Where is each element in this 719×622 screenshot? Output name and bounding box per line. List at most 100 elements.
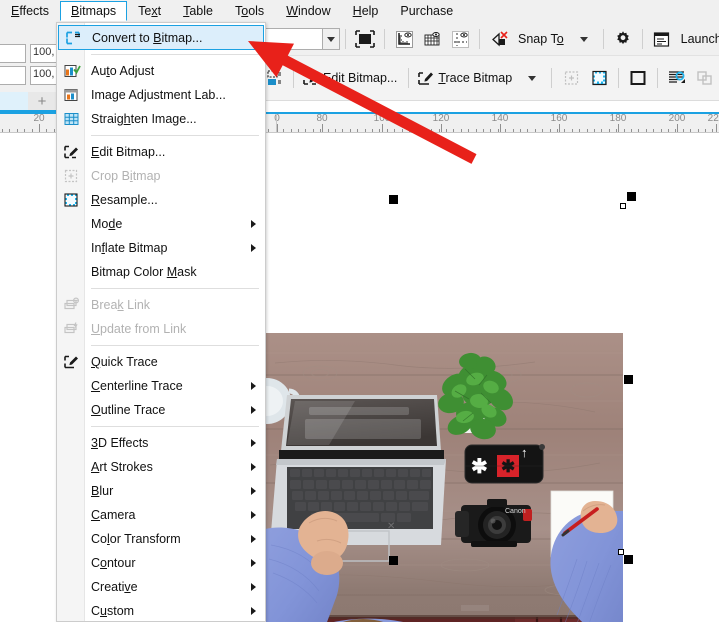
- trace-bitmap-icon: [418, 72, 434, 85]
- selection-handle-s[interactable]: [389, 556, 398, 565]
- page-tab-strip: +: [0, 92, 56, 112]
- options-button[interactable]: [610, 26, 636, 52]
- menu-item-label: Mode: [91, 217, 123, 231]
- show-guidelines-button[interactable]: [447, 26, 473, 52]
- bitmaps-dropdown-menu: Convert to Bitmap... Auto Adjust Image Adj…: [56, 22, 266, 622]
- add-page-button[interactable]: +: [28, 92, 56, 110]
- ruler-minor-tick: [357, 129, 359, 132]
- ruler-minor-tick: [564, 129, 566, 132]
- resample-button[interactable]: [586, 65, 612, 91]
- menu-item-mode[interactable]: Mode: [57, 212, 265, 236]
- edit-bitmap-label: Edit Bitmap...: [323, 71, 398, 85]
- menu-item-resample[interactable]: Resample...: [57, 188, 265, 212]
- submenu-arrow-icon: [251, 463, 256, 471]
- edit-bitmap-icon: [303, 71, 318, 85]
- ruler-minor-tick: [438, 129, 440, 132]
- ruler-minor-tick: [327, 129, 329, 132]
- ruler-minor-tick: [549, 129, 551, 132]
- launch-label-button[interactable]: Launch: [677, 26, 719, 52]
- menu-item-inflate-bitmap[interactable]: Inflate Bitmap: [57, 236, 265, 260]
- menu-bar: Effects Bitmaps Text Table Tools Window …: [0, 0, 719, 22]
- page-tab-1[interactable]: [0, 92, 28, 110]
- ruler-minor-tick: [623, 129, 625, 132]
- menu-item-art-strokes[interactable]: Art Strokes: [57, 455, 265, 479]
- selection-handle-se[interactable]: [624, 555, 633, 564]
- bitmap-photo[interactable]: ✕ ✱ ✱ ↑ Canon: [265, 333, 623, 622]
- menu-purchase[interactable]: Purchase: [389, 1, 464, 21]
- menu-separator: [91, 426, 259, 427]
- zoom-level-combo[interactable]: [262, 28, 340, 50]
- svg-text:Canon: Canon: [505, 508, 526, 515]
- menu-purchase-label: Purchase: [400, 4, 454, 18]
- show-grid-icon: [424, 31, 440, 45]
- launch-button[interactable]: [649, 26, 675, 52]
- menu-tools[interactable]: Tools: [224, 1, 275, 21]
- menu-item-quick-trace[interactable]: Quick Trace: [57, 350, 265, 374]
- menu-item-custom[interactable]: Custom: [57, 599, 265, 621]
- menu-item-convert-to-bitmap[interactable]: Convert to Bitmap...: [58, 25, 264, 50]
- show-grid-button[interactable]: [419, 26, 445, 52]
- menu-item-camera[interactable]: Camera: [57, 503, 265, 527]
- menu-text[interactable]: Text: [127, 1, 172, 21]
- object-height-field[interactable]: n: [0, 66, 26, 85]
- edit-bitmap-button[interactable]: Edit Bitmap...: [300, 65, 402, 91]
- menu-item-outline-trace[interactable]: Outline Trace: [57, 398, 265, 422]
- show-rulers-button[interactable]: [391, 26, 417, 52]
- crop-bitmap-button[interactable]: [558, 65, 584, 91]
- toolbar-separator: [408, 68, 410, 88]
- ruler-minor-tick: [283, 129, 285, 132]
- ruler-minor-tick: [557, 129, 558, 132]
- ruler-minor-tick: [31, 129, 33, 132]
- wrap-paragraph-text-icon: [630, 71, 646, 85]
- selection-handle-n[interactable]: [389, 195, 398, 204]
- menu-effects[interactable]: Effects: [0, 1, 60, 21]
- menu-item-contour[interactable]: Contour: [57, 551, 265, 575]
- chevron-down-icon: [579, 36, 588, 42]
- rotation-center-marker[interactable]: [620, 203, 626, 209]
- weld-shapes-button[interactable]: [692, 65, 718, 91]
- ruler-minor-tick: [660, 129, 662, 132]
- selection-handle-se-inner[interactable]: [618, 549, 624, 555]
- menu-item-color-transform[interactable]: Color Transform: [57, 527, 265, 551]
- trace-bitmap-dropdown[interactable]: [519, 65, 545, 91]
- ruler-minor-tick: [460, 129, 462, 132]
- menu-item-3d-effects[interactable]: 3D Effects: [57, 431, 265, 455]
- ruler-minor-tick: [579, 129, 581, 132]
- menu-item-auto-adjust[interactable]: Auto Adjust: [57, 59, 265, 83]
- menu-item-label: Quick Trace: [91, 355, 158, 369]
- text-wrap-button[interactable]: [664, 65, 690, 91]
- ruler-minor-tick: [586, 129, 588, 132]
- wrap-paragraph-text-button[interactable]: [625, 65, 651, 91]
- menu-table[interactable]: Table: [172, 1, 224, 21]
- menu-item-blur[interactable]: Blur: [57, 479, 265, 503]
- ruler-minor-tick: [268, 129, 270, 132]
- ruler-minor-tick: [682, 129, 684, 132]
- text-wrap-icon: [669, 71, 686, 83]
- menu-item-image-adjustment-lab[interactable]: Image Adjustment Lab...: [57, 83, 265, 107]
- snap-to-button[interactable]: Snap To: [514, 26, 569, 52]
- convert-to-bitmap-icon: [63, 28, 84, 47]
- submenu-arrow-icon: [251, 220, 256, 228]
- menu-window[interactable]: Window: [275, 1, 341, 21]
- menu-item-label: Inflate Bitmap: [91, 241, 168, 255]
- full-screen-preview-button[interactable]: [352, 26, 378, 52]
- zoom-level-input[interactable]: [263, 29, 322, 49]
- launch-label: Launch: [680, 32, 719, 46]
- zoom-level-dropdown[interactable]: [322, 29, 339, 49]
- ruler-minor-tick: [349, 129, 351, 132]
- snap-off-button[interactable]: [486, 26, 512, 52]
- menu-item-centerline-trace[interactable]: Centerline Trace: [57, 374, 265, 398]
- menu-item-creative[interactable]: Creative: [57, 575, 265, 599]
- snap-to-dropdown[interactable]: [571, 26, 597, 52]
- menu-item-label: Camera: [91, 508, 136, 522]
- selection-handle-ne[interactable]: [627, 192, 636, 201]
- selection-handle-e[interactable]: [624, 375, 633, 384]
- svg-text:✕: ✕: [387, 521, 395, 532]
- menu-item-bitmap-color-mask[interactable]: Bitmap Color Mask: [57, 260, 265, 284]
- menu-bitmaps[interactable]: Bitmaps: [60, 1, 128, 21]
- menu-help[interactable]: Help: [342, 1, 390, 21]
- menu-item-straighten-image[interactable]: Straighten Image...: [57, 107, 265, 131]
- menu-item-edit-bitmap[interactable]: Edit Bitmap...: [57, 140, 265, 164]
- object-width-field[interactable]: [0, 44, 26, 63]
- trace-bitmap-button[interactable]: Trace Bitmap: [415, 65, 517, 91]
